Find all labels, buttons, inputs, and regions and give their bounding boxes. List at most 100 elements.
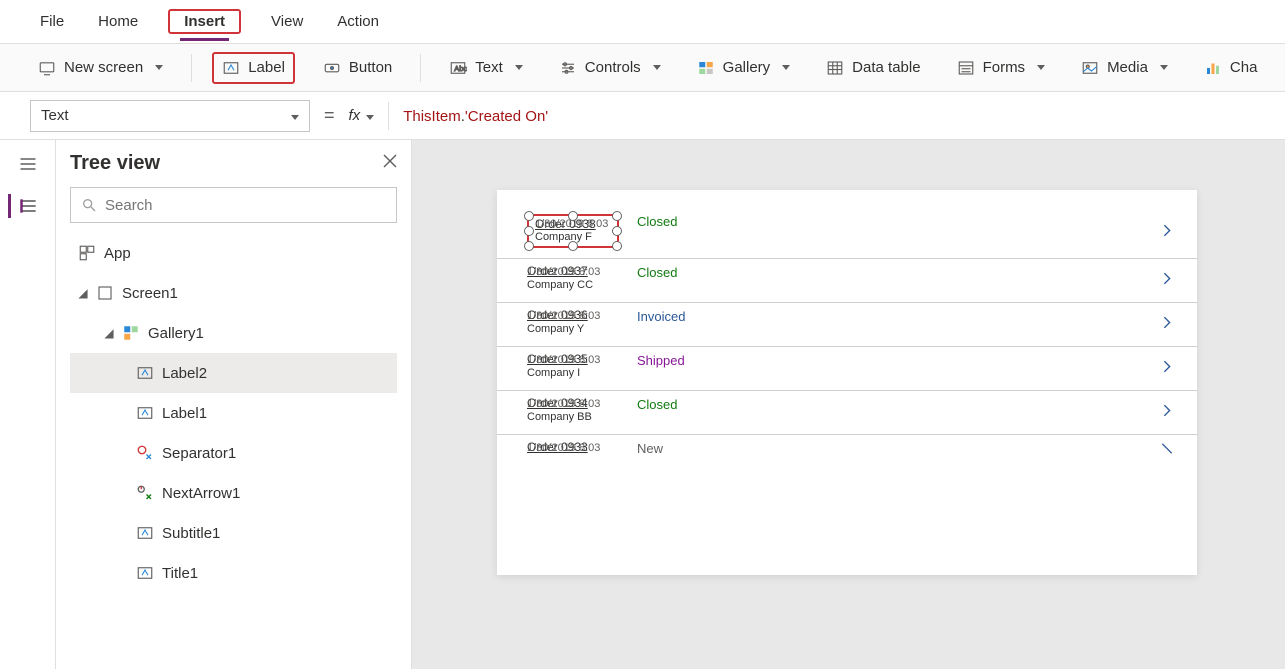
chart-dropdown[interactable]: Cha [1196, 54, 1266, 82]
button-button[interactable]: Button [315, 54, 400, 82]
controls-label: Controls [585, 59, 641, 76]
fx-button[interactable]: fx [349, 107, 375, 124]
row-text-block: Order 09361/30/2019 8:03Company Y [527, 309, 627, 336]
fx-label: fx [349, 107, 361, 124]
menu-action[interactable]: Action [333, 5, 383, 38]
media-icon [1081, 59, 1099, 77]
menu-view[interactable]: View [267, 5, 307, 38]
property-selector[interactable]: Text [30, 100, 310, 132]
tree-node-title1[interactable]: Title1 [70, 553, 397, 593]
tree-label: Subtitle1 [162, 525, 220, 542]
tree-node-label1[interactable]: Label1 [70, 393, 397, 433]
tree-label: Label2 [162, 365, 207, 382]
tree-label: Gallery1 [148, 325, 204, 342]
tree-node-separator1[interactable]: Separator1 [70, 433, 397, 473]
data-table-button[interactable]: Data table [818, 54, 928, 82]
formula-object: ThisItem [403, 108, 461, 125]
canvas[interactable]: Order 0938 1/30/2019 8:03 Company F Clos… [412, 140, 1285, 669]
tree-view-rail-icon[interactable] [8, 194, 48, 218]
gallery-row[interactable]: Order 09331/30/2019 8:03New [497, 435, 1197, 466]
tree-label: NextArrow1 [162, 485, 240, 502]
screen-icon [96, 284, 114, 302]
row-text-block: Order 09371/30/2019 8:03Company CC [527, 265, 627, 292]
tree-title: Tree view [70, 152, 160, 175]
tree-node-gallery1[interactable]: ◢ Gallery1 [70, 313, 397, 353]
equals-sign: = [324, 105, 335, 126]
selected-label-box[interactable]: Order 0938 1/30/2019 8:03 Company F [527, 214, 619, 248]
gallery-row[interactable]: Order 09371/30/2019 8:03Company CC Closed [497, 259, 1197, 303]
gallery-icon [697, 59, 715, 77]
tree-node-nextarrow1[interactable]: NextArrow1 [70, 473, 397, 513]
tree-node-subtitle1[interactable]: Subtitle1 [70, 513, 397, 553]
chevron-right-icon[interactable] [1159, 401, 1175, 424]
status-label: Closed [637, 265, 737, 280]
tree-search[interactable] [70, 187, 397, 223]
gallery-dropdown[interactable]: Gallery [689, 54, 799, 82]
controls-icon [559, 59, 577, 77]
chevron-right-icon[interactable] [1159, 222, 1175, 245]
menu-file[interactable]: File [36, 5, 68, 38]
ribbon: New screen Label Button Abc Text Control… [0, 44, 1285, 92]
controls-dropdown[interactable]: Controls [551, 54, 669, 82]
formula-field: 'Created On' [465, 108, 548, 125]
text-icon: Abc [449, 59, 467, 77]
tree-node-screen1[interactable]: ◢ Screen1 [70, 273, 397, 313]
tree-label: App [104, 245, 131, 262]
media-dropdown[interactable]: Media [1073, 54, 1176, 82]
gallery-row[interactable]: Order 09351/30/2019 8:03Company IShipped [497, 347, 1197, 391]
nextarrow-icon [136, 484, 154, 502]
label-icon [136, 524, 154, 542]
label-label: Label [248, 59, 285, 76]
new-screen-label: New screen [64, 59, 143, 76]
forms-icon [957, 59, 975, 77]
gallery-label: Gallery [723, 59, 771, 76]
chevron-right-icon[interactable] [1159, 439, 1175, 462]
new-screen-button[interactable]: New screen [30, 54, 171, 82]
tree: App ◢ Screen1 ◢ Gallery1 Label2 Label1 [70, 233, 397, 593]
separator-icon [136, 444, 154, 462]
formula-input[interactable]: ThisItem.'Created On' [403, 107, 1267, 125]
status-label: Closed [637, 397, 737, 412]
screen-icon [38, 59, 56, 77]
gallery-row[interactable]: Order 0938 1/30/2019 8:03 Company F Clos… [497, 208, 1197, 259]
status-label: New [637, 441, 737, 456]
label-icon [222, 59, 240, 77]
label-icon [136, 404, 154, 422]
main-area: Tree view App ◢ Screen1 ◢ Gallery1 [0, 140, 1285, 669]
status-label: Shipped [637, 353, 737, 368]
tree-label: Label1 [162, 405, 207, 422]
label-button[interactable]: Label [212, 52, 295, 84]
forms-label: Forms [983, 59, 1026, 76]
gallery-row[interactable]: Order 09341/30/2019 8:03Company BBClosed [497, 391, 1197, 435]
button-icon [323, 59, 341, 77]
close-icon[interactable] [383, 154, 397, 173]
svg-text:Abc: Abc [455, 64, 468, 73]
expander-icon[interactable]: ◢ [104, 326, 114, 340]
forms-dropdown[interactable]: Forms [949, 54, 1054, 82]
formula-bar: Text = fx ThisItem.'Created On' [0, 92, 1285, 140]
search-icon [81, 197, 97, 213]
status-label: Closed [637, 214, 737, 229]
menu-insert[interactable]: Insert [180, 5, 229, 41]
gallery-row[interactable]: Order 09361/30/2019 8:03Company YInvoice… [497, 303, 1197, 347]
expander-icon[interactable]: ◢ [78, 286, 88, 300]
tree-node-app[interactable]: App [70, 233, 397, 273]
tree-label: Separator1 [162, 445, 236, 462]
menu-home[interactable]: Home [94, 5, 142, 38]
label-icon [136, 364, 154, 382]
hamburger-icon[interactable] [16, 152, 40, 176]
menubar: File Home Insert View Action [0, 0, 1285, 44]
app-icon [78, 244, 96, 262]
chevron-down-icon [287, 107, 299, 124]
chart-label: Cha [1230, 59, 1258, 76]
artboard[interactable]: Order 0938 1/30/2019 8:03 Company F Clos… [497, 190, 1197, 575]
search-input[interactable] [105, 197, 386, 214]
chevron-right-icon[interactable] [1159, 269, 1175, 292]
chevron-right-icon[interactable] [1159, 313, 1175, 336]
text-dropdown[interactable]: Abc Text [441, 54, 531, 82]
chart-icon [1204, 59, 1222, 77]
left-rail [0, 140, 56, 669]
tree-node-label2[interactable]: Label2 [70, 353, 397, 393]
chevron-right-icon[interactable] [1159, 357, 1175, 380]
media-label: Media [1107, 59, 1148, 76]
